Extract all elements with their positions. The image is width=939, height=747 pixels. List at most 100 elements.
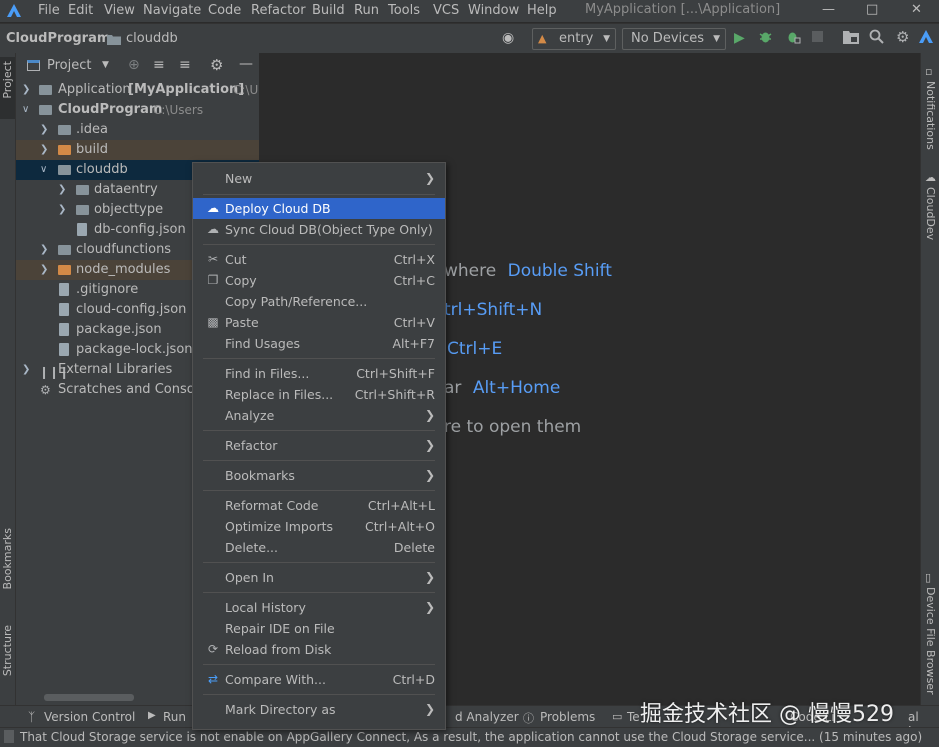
menu-item-copy-path[interactable]: Copy Path/Reference... [193,291,445,312]
tab-device-file-browser[interactable]: Device File Browser [924,587,937,695]
menu-tools[interactable]: Tools [388,3,420,18]
menu-item-shortcut: Delete [393,540,435,555]
watermark-text: 掘金技术社区 @ 慢慢529 [640,702,894,727]
search-icon[interactable] [869,29,884,47]
menu-refactor[interactable]: Refactor [251,3,306,18]
menu-item-label: Paste [225,315,259,330]
menu-item-label: Local History [225,600,306,615]
stop-icon[interactable] [812,31,823,42]
left-tool-strip: Project Bookmarks Structure [0,53,16,705]
menu-edit[interactable]: Edit [68,3,93,18]
cloud-sync-icon: ☁ [207,222,219,236]
target-icon[interactable]: ◉ [502,30,514,46]
minimize-icon[interactable]: — [822,2,835,17]
tab-run[interactable]: Run [163,710,186,724]
tab-notifications[interactable]: Notifications [924,81,937,150]
tree-item-application[interactable]: ❯ Application [MyApplication] C:\U [16,80,259,100]
menu-item-compare-with[interactable]: ⇄ Compare With... Ctrl+D [193,669,445,690]
menu-help[interactable]: Help [527,3,557,18]
chevron-right-icon[interactable]: ❯ [40,260,48,280]
menu-item-cut[interactable]: ✂ Cut Ctrl+X [193,249,445,270]
menu-code[interactable]: Code [208,3,241,18]
cloud-icon[interactable]: ☁ [925,171,936,184]
menu-vcs[interactable]: VCS [433,3,459,18]
tab-bookmarks[interactable]: Bookmarks [1,528,14,589]
locate-file-icon[interactable]: ⊕ [128,57,140,73]
menu-item-local-history[interactable]: Local History ❯ [193,597,445,618]
breadcrumb-folder[interactable]: clouddb [126,31,178,46]
tab-version-control[interactable]: Version Control [44,710,135,724]
menu-view[interactable]: View [104,3,135,18]
menu-window[interactable]: Window [468,3,519,18]
status-toggle-icon[interactable] [4,730,14,743]
maximize-icon[interactable]: □ [866,2,878,17]
status-message[interactable]: That Cloud Storage service is not enable… [20,730,922,744]
menu-separator [203,664,435,665]
collapse-all-icon[interactable]: ≡ [179,57,191,73]
menu-item-copy[interactable]: ❐ Copy Ctrl+C [193,270,445,291]
menu-item-open-in[interactable]: Open In ❯ [193,567,445,588]
product-logo-icon[interactable] [918,29,934,47]
menu-item-find-in-files[interactable]: Find in Files... Ctrl+Shift+F [193,363,445,384]
menu-item-optimize-imports[interactable]: Optimize Imports Ctrl+Alt+O [193,516,445,537]
tab-problems[interactable]: Problems [540,710,595,724]
chevron-down-icon[interactable]: ∨ [40,160,47,180]
menu-item-sync-cloud-db[interactable]: ☁ Sync Cloud DB(Object Type Only) [193,219,445,240]
device-icon[interactable]: ▯ [925,571,931,584]
chevron-down-icon[interactable]: ▼ [102,60,109,70]
project-structure-icon[interactable] [843,30,859,47]
chevron-right-icon[interactable]: ❯ [58,180,66,200]
menu-item-bookmarks[interactable]: Bookmarks ❯ [193,465,445,486]
debug-icon[interactable] [758,29,773,47]
chevron-right-icon[interactable]: ❯ [22,360,30,380]
menu-item-shortcut: Ctrl+X [393,252,435,267]
tab-terminal[interactable]: Te [627,710,640,724]
chevron-down-icon[interactable]: ∨ [22,100,29,120]
menu-item-mark-directory-as[interactable]: Mark Directory as ❯ [193,699,445,720]
menu-item-analyze[interactable]: Analyze ❯ [193,405,445,426]
tab-project[interactable]: Project [1,61,14,99]
menu-item-reload-from-disk[interactable]: ⟳ Reload from Disk [193,639,445,660]
tree-item-label: cloud-config.json [76,302,187,317]
chevron-right-icon[interactable]: ❯ [58,200,66,220]
menu-run[interactable]: Run [354,3,379,18]
menu-item-repair-ide[interactable]: Repair IDE on File [193,618,445,639]
menu-item-delete[interactable]: Delete... Delete [193,537,445,558]
run-config-select[interactable]: ▲ entry ▼ [532,28,616,50]
tab-clouddev[interactable]: CloudDev [924,187,937,240]
tree-item-idea[interactable]: ❯ .idea [16,120,259,140]
menu-item-find-usages[interactable]: Find Usages Alt+F7 [193,333,445,354]
close-icon[interactable]: ✕ [911,2,922,17]
menu-item-reformat-code[interactable]: Reformat Code Ctrl+Alt+L [193,495,445,516]
menu-item-replace-in-files[interactable]: Replace in Files... Ctrl+Shift+R [193,384,445,405]
run-icon[interactable]: ▶ [734,30,745,46]
settings-gear-icon[interactable]: ⚙ [896,28,909,46]
menu-separator [203,430,435,431]
json-file-icon [59,303,69,316]
menu-navigate[interactable]: Navigate [143,3,201,18]
tree-item-cloudprogram[interactable]: ∨ CloudProgram C:\Users [16,100,259,120]
menu-item-paste[interactable]: ▩ Paste Ctrl+V [193,312,445,333]
tab-structure[interactable]: Structure [1,625,14,676]
chevron-right-icon[interactable]: ❯ [40,240,48,260]
chevron-right-icon[interactable]: ❯ [40,140,48,160]
device-select[interactable]: No Devices ▼ [622,28,726,50]
tree-item-build[interactable]: ❯ build [16,140,259,160]
menu-item-new[interactable]: New ❯ [193,168,445,189]
project-panel-title[interactable]: Project [47,58,91,73]
notifications-bell-icon[interactable]: ▫ [925,65,932,78]
chevron-right-icon[interactable]: ❯ [22,80,30,100]
hide-panel-icon[interactable]: — [239,56,253,72]
breadcrumb-project[interactable]: CloudProgram [6,31,110,46]
menu-file[interactable]: File [38,3,60,18]
menu-item-refactor[interactable]: Refactor ❯ [193,435,445,456]
chevron-right-icon[interactable]: ❯ [40,120,48,140]
expand-all-icon[interactable]: ≡ [153,57,165,73]
menu-item-deploy-cloud-db[interactable]: ☁ Deploy Cloud DB [193,198,445,219]
options-gear-icon[interactable]: ⚙ [210,56,223,74]
menu-item-shortcut: Ctrl+Alt+O [365,519,435,534]
horizontal-scrollbar[interactable] [44,694,134,701]
attach-debugger-icon[interactable] [785,29,801,47]
tab-analyzer[interactable]: d Analyzer [455,710,519,724]
menu-build[interactable]: Build [312,3,345,18]
